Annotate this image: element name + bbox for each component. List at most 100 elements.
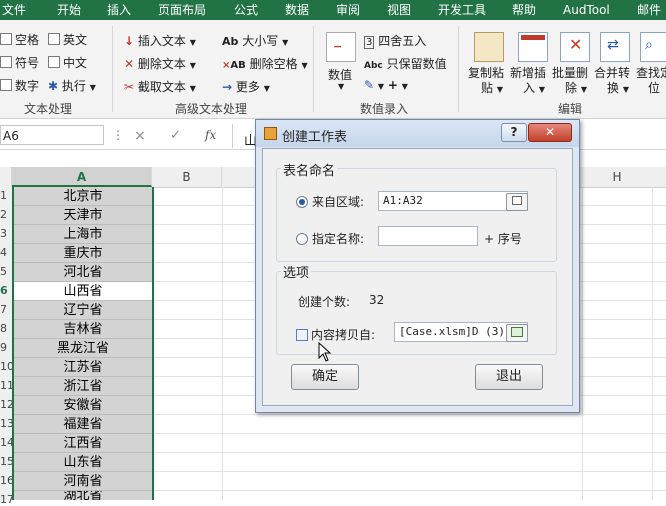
tab-review[interactable]: 审阅 <box>336 1 360 19</box>
copy-paste-button[interactable]: 复制粘贴 ▼ <box>468 66 504 97</box>
checkbox-box[interactable] <box>0 56 12 68</box>
column-header-a[interactable]: A <box>12 167 152 187</box>
table-cell[interactable]: 辽宁省 <box>14 301 152 320</box>
row-header[interactable]: 6 <box>0 284 12 297</box>
merge-convert-icon[interactable]: ⇄ <box>600 32 630 62</box>
checkbox-chinese[interactable]: 中文 <box>48 54 87 71</box>
table-cell[interactable]: 河南省 <box>14 472 152 491</box>
add-insert-icon[interactable] <box>518 32 548 62</box>
cancel-icon[interactable]: × <box>134 128 146 144</box>
chevron-down-icon[interactable]: ▼ <box>338 82 344 91</box>
active-cell[interactable]: 山西省 <box>14 282 152 301</box>
find-locate-button[interactable]: 查找定位 <box>636 66 666 96</box>
dialog-title-bar[interactable]: 创建工作表 ? ✕ <box>256 120 579 147</box>
table-cell[interactable]: 河北省 <box>14 263 152 282</box>
select-all-corner[interactable] <box>0 167 12 187</box>
selected-range-column-a[interactable]: 北京市 天津市 上海市 重庆市 河北省 山西省 辽宁省 吉林省 黑龙江省 江苏省… <box>12 187 154 500</box>
row-header[interactable]: 7 <box>0 303 12 316</box>
row-header[interactable]: 9 <box>0 341 12 354</box>
more-button[interactable]: → 更多 ▼ <box>222 78 270 95</box>
checkbox-digit[interactable]: 数字 <box>0 77 39 94</box>
insert-text-button[interactable]: ↓ 插入文本 ▼ <box>124 32 196 49</box>
checkbox-english[interactable]: 英文 <box>48 31 87 48</box>
row-header[interactable]: 5 <box>0 265 12 278</box>
delete-text-button[interactable]: ✕ 删除文本 ▼ <box>124 55 196 72</box>
table-cell[interactable]: 黑龙江省 <box>14 339 152 358</box>
tab-data[interactable]: 数据 <box>285 1 309 19</box>
table-cell[interactable]: 北京市 <box>14 187 152 206</box>
column-header-h[interactable]: H <box>582 167 652 187</box>
name-box[interactable]: A6 <box>0 125 104 145</box>
sheet-picker-button[interactable] <box>506 324 528 342</box>
batch-delete-button[interactable]: 批量删除 ▼ <box>552 66 588 97</box>
round-button[interactable]: 3 四舍五入 <box>364 32 426 49</box>
table-cell[interactable]: 安徽省 <box>14 396 152 415</box>
table-cell[interactable]: 江苏省 <box>14 358 152 377</box>
add-insert-button[interactable]: 新增插入 ▼ <box>510 66 546 97</box>
row-header[interactable]: 11 <box>0 379 14 392</box>
close-button[interactable]: ✕ <box>528 123 572 142</box>
tab-help[interactable]: 帮助 <box>512 1 536 19</box>
row-header[interactable]: 8 <box>0 322 12 335</box>
execute-button[interactable]: ✱ 执行 ▼ <box>48 77 96 94</box>
row-header[interactable]: 1 <box>0 189 12 202</box>
delete-spaces-icon: ×AB <box>222 60 246 71</box>
tab-formulas[interactable]: 公式 <box>234 1 258 19</box>
insert-function-icon[interactable]: fx <box>205 128 216 142</box>
exit-button[interactable]: 退出 <box>475 364 543 390</box>
delete-spaces-button[interactable]: ×AB 删除空格 ▼ <box>222 55 308 72</box>
row-header[interactable]: 13 <box>0 417 14 430</box>
copy-paste-icon[interactable] <box>474 32 504 62</box>
table-cell[interactable]: 重庆市 <box>14 244 152 263</box>
ok-button[interactable]: 确定 <box>291 364 359 390</box>
confirm-icon[interactable]: ✓ <box>170 128 181 143</box>
row-header[interactable]: 15 <box>0 455 14 468</box>
specify-name-input[interactable] <box>378 226 478 246</box>
numeric-label[interactable]: 数值 <box>328 66 352 83</box>
checkbox-box[interactable] <box>48 33 60 45</box>
table-cell[interactable]: 上海市 <box>14 225 152 244</box>
tab-home[interactable]: 开始 <box>57 1 81 19</box>
table-cell[interactable]: 浙江省 <box>14 377 152 396</box>
table-cell[interactable]: 山东省 <box>14 453 152 472</box>
checkbox-symbol[interactable]: 符号 <box>0 54 39 71</box>
row-header[interactable]: 2 <box>0 208 12 221</box>
keep-values-button[interactable]: Abc 只保留数值 <box>364 55 447 72</box>
tab-audtool[interactable]: AudTool <box>563 1 610 19</box>
table-cell[interactable]: 福建省 <box>14 415 152 434</box>
checkbox-space[interactable]: 空格 <box>0 31 39 48</box>
edit-extra-button[interactable]: ✎ ▼ + ▼ <box>364 78 408 92</box>
case-button[interactable]: Ab 大小写 ▼ <box>222 32 288 49</box>
merge-convert-button[interactable]: 合并转换 ▼ <box>594 66 630 97</box>
row-header[interactable]: 4 <box>0 246 12 259</box>
tab-file[interactable]: 文件 <box>2 1 26 19</box>
checkbox-box[interactable] <box>48 56 60 68</box>
range-picker-button[interactable] <box>506 193 528 211</box>
table-cell[interactable]: 江西省 <box>14 434 152 453</box>
table-cell[interactable]: 湖北省 <box>14 491 152 500</box>
extract-text-button[interactable]: ✂ 截取文本 ▼ <box>124 78 196 95</box>
row-header[interactable]: 12 <box>0 398 14 411</box>
find-locate-icon[interactable]: ⌕ <box>640 32 666 62</box>
tab-developer[interactable]: 开发工具 <box>438 1 486 19</box>
row-header[interactable]: 14 <box>0 436 14 449</box>
checkbox-box[interactable] <box>0 79 12 91</box>
grid-line <box>152 471 666 472</box>
row-header[interactable]: 3 <box>0 227 12 240</box>
row-header[interactable]: 10 <box>0 360 14 373</box>
batch-delete-icon[interactable]: ✕ <box>560 32 590 62</box>
row-header[interactable]: 16 <box>0 474 14 487</box>
table-cell[interactable]: 天津市 <box>14 206 152 225</box>
tab-insert[interactable]: 插入 <box>107 1 131 19</box>
numeric-icon[interactable]: − <box>326 32 356 62</box>
specify-name-radio[interactable] <box>296 233 308 245</box>
table-cell[interactable]: 吉林省 <box>14 320 152 339</box>
tab-mail[interactable]: 邮件 <box>637 1 661 19</box>
tab-view[interactable]: 视图 <box>387 1 411 19</box>
tab-page-layout[interactable]: 页面布局 <box>158 1 206 19</box>
from-range-radio[interactable] <box>296 196 308 208</box>
column-header-b[interactable]: B <box>152 167 222 187</box>
checkbox-box[interactable] <box>0 33 12 45</box>
copy-content-checkbox[interactable] <box>296 329 308 341</box>
help-button[interactable]: ? <box>501 123 527 142</box>
